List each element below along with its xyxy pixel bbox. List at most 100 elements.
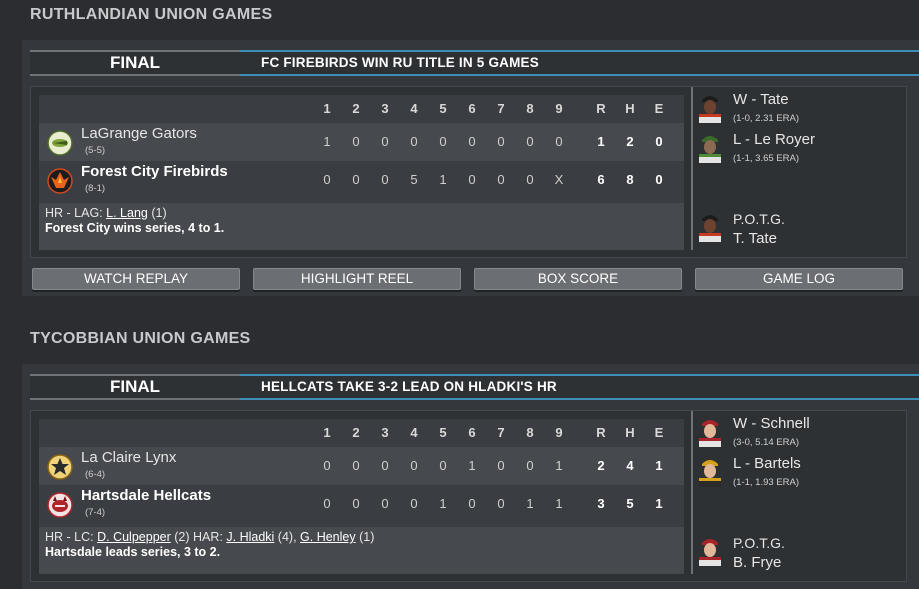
inning-score: 0 xyxy=(381,172,389,187)
player-link[interactable]: D. Culpepper xyxy=(97,530,171,544)
pitcher-stats: (3-0, 5.14 ERA) xyxy=(733,437,799,448)
player-avatar-icon xyxy=(699,420,721,447)
inning-score: X xyxy=(554,172,564,187)
team-row-away[interactable]: LaGrange Gators (5-5) 1 0 0 0 0 0 0 0 0 … xyxy=(39,123,684,161)
runs-total: 1 xyxy=(597,134,605,149)
player-of-the-game[interactable]: P.O.T.G. T. Tate xyxy=(693,202,905,250)
inning-header: 4 xyxy=(410,101,418,116)
hr-label: HR - LAG: xyxy=(45,206,103,220)
winning-pitcher[interactable]: W - Schnell (3-0, 5.14 ERA) xyxy=(693,413,905,451)
team-name: Hartsdale Hellcats xyxy=(81,487,212,504)
hits-total: 8 xyxy=(626,172,634,187)
game-header: FINAL FC FIREBIRDS WIN RU TITLE IN 5 GAM… xyxy=(30,50,919,76)
watch-replay-button[interactable]: WATCH REPLAY xyxy=(32,268,240,290)
team-row-away[interactable]: La Claire Lynx (6-4) 0 0 0 0 0 1 0 0 1 2… xyxy=(39,447,684,485)
game-status: FINAL xyxy=(30,376,240,398)
team-record: (8-1) xyxy=(85,183,106,194)
inning-header: 1 xyxy=(323,425,331,440)
inning-score: 0 xyxy=(352,496,360,511)
player-avatar-icon xyxy=(699,460,721,487)
player-link[interactable]: G. Henley xyxy=(300,530,356,544)
inning-score: 0 xyxy=(526,458,534,473)
inning-score: 5 xyxy=(410,172,418,187)
series-note: Hartsdale leads series, 3 to 2. xyxy=(45,545,221,559)
inning-header: 8 xyxy=(526,101,534,116)
pitcher-name: L - Bartels xyxy=(733,455,801,472)
inning-header: 3 xyxy=(381,101,389,116)
runs-header: R xyxy=(596,101,606,116)
potg-label: P.O.T.G. xyxy=(733,535,785,551)
inning-score: 0 xyxy=(352,458,360,473)
runs-header: R xyxy=(596,425,606,440)
inning-header: 1 xyxy=(323,101,331,116)
inning-score: 0 xyxy=(497,134,505,149)
inning-score: 0 xyxy=(526,134,534,149)
hits-header: H xyxy=(625,101,635,116)
errors-total: 1 xyxy=(655,496,663,511)
hits-total: 2 xyxy=(626,134,634,149)
inning-score: 1 xyxy=(526,496,534,511)
hr-count: (1) xyxy=(359,530,375,544)
league-title-ruthlandian: RUTHLANDIAN UNION GAMES xyxy=(30,6,273,23)
team-row-home[interactable]: Forest City Firebirds (8-1) 0 0 0 5 1 0 … xyxy=(39,161,684,199)
inning-header: 6 xyxy=(468,425,476,440)
hellcats-logo-icon xyxy=(47,492,73,518)
highlight-reel-button[interactable]: HIGHLIGHT REEL xyxy=(253,268,461,290)
game-status: FINAL xyxy=(30,52,240,74)
pitcher-name: W - Schnell xyxy=(733,415,810,432)
game-panel-tycobbian: FINAL HELLCATS TAKE 3-2 LEAD ON HLADKI'S… xyxy=(22,364,919,589)
inning-header: 7 xyxy=(497,101,505,116)
inning-score: 0 xyxy=(439,458,447,473)
winning-pitcher[interactable]: W - Tate (1-0, 2.31 ERA) xyxy=(693,89,905,127)
inning-score: 0 xyxy=(323,172,331,187)
firebirds-logo-icon xyxy=(47,168,73,194)
inning-header: 8 xyxy=(526,425,534,440)
inning-score: 1 xyxy=(555,496,563,511)
inning-score: 0 xyxy=(497,172,505,187)
inning-header: 6 xyxy=(468,101,476,116)
inning-header: 5 xyxy=(439,101,447,116)
game-log-button[interactable]: GAME LOG xyxy=(695,268,903,290)
score-area: 1 2 3 4 5 6 7 8 9 R H E La Claire Lynx (… xyxy=(30,410,907,582)
team-name: LaGrange Gators xyxy=(81,125,197,142)
box-score-button[interactable]: BOX SCORE xyxy=(474,268,682,290)
gators-logo-icon xyxy=(47,130,73,156)
inning-score: 0 xyxy=(323,458,331,473)
player-link[interactable]: J. Hladki xyxy=(226,530,274,544)
inning-score: 0 xyxy=(352,172,360,187)
inning-score: 0 xyxy=(439,134,447,149)
linescore: 1 2 3 4 5 6 7 8 9 R H E LaGrange Gators … xyxy=(39,95,684,250)
losing-pitcher[interactable]: L - Bartels (1-1, 1.93 ERA) xyxy=(693,453,905,491)
potg-name: T. Tate xyxy=(733,230,777,247)
inning-score: 1 xyxy=(439,172,447,187)
hr-count: (4), xyxy=(277,530,297,544)
player-link[interactable]: L. Lang xyxy=(106,206,148,220)
pitchers-panel: W - Schnell (3-0, 5.14 ERA) L - Bartels … xyxy=(691,411,907,574)
pitcher-name: W - Tate xyxy=(733,91,789,108)
inning-score: 0 xyxy=(555,134,563,149)
pitcher-name: L - Le Royer xyxy=(733,131,815,148)
pitcher-stats: (1-0, 2.31 ERA) xyxy=(733,113,799,124)
potg-label: P.O.T.G. xyxy=(733,211,785,227)
player-avatar-icon xyxy=(699,215,721,242)
linescore: 1 2 3 4 5 6 7 8 9 R H E La Claire Lynx (… xyxy=(39,419,684,574)
hr-label: HAR: xyxy=(193,530,223,544)
team-record: (5-5) xyxy=(85,145,106,156)
losing-pitcher[interactable]: L - Le Royer (1-1, 3.65 ERA) xyxy=(693,129,905,167)
team-row-home[interactable]: Hartsdale Hellcats (7-4) 0 0 0 0 1 0 0 1… xyxy=(39,485,684,523)
potg-name: B. Frye xyxy=(733,554,782,571)
series-note: Forest City wins series, 4 to 1. xyxy=(45,221,225,235)
game-header: FINAL HELLCATS TAKE 3-2 LEAD ON HLADKI'S… xyxy=(30,374,919,400)
inning-header: 4 xyxy=(410,425,418,440)
inning-score: 0 xyxy=(468,172,476,187)
hits-total: 4 xyxy=(626,458,634,473)
errors-header: E xyxy=(654,101,664,116)
team-record: (6-4) xyxy=(85,469,106,480)
game-notes: HR - LC: D. Culpepper (2) HAR: J. Hladki… xyxy=(39,527,684,574)
game-panel-ruthlandian: FINAL FC FIREBIRDS WIN RU TITLE IN 5 GAM… xyxy=(22,40,919,296)
inning-score: 0 xyxy=(468,496,476,511)
player-of-the-game[interactable]: P.O.T.G. B. Frye xyxy=(693,526,905,574)
hr-count: (1) xyxy=(151,206,167,220)
lynx-logo-icon xyxy=(47,454,73,480)
runs-total: 2 xyxy=(597,458,605,473)
